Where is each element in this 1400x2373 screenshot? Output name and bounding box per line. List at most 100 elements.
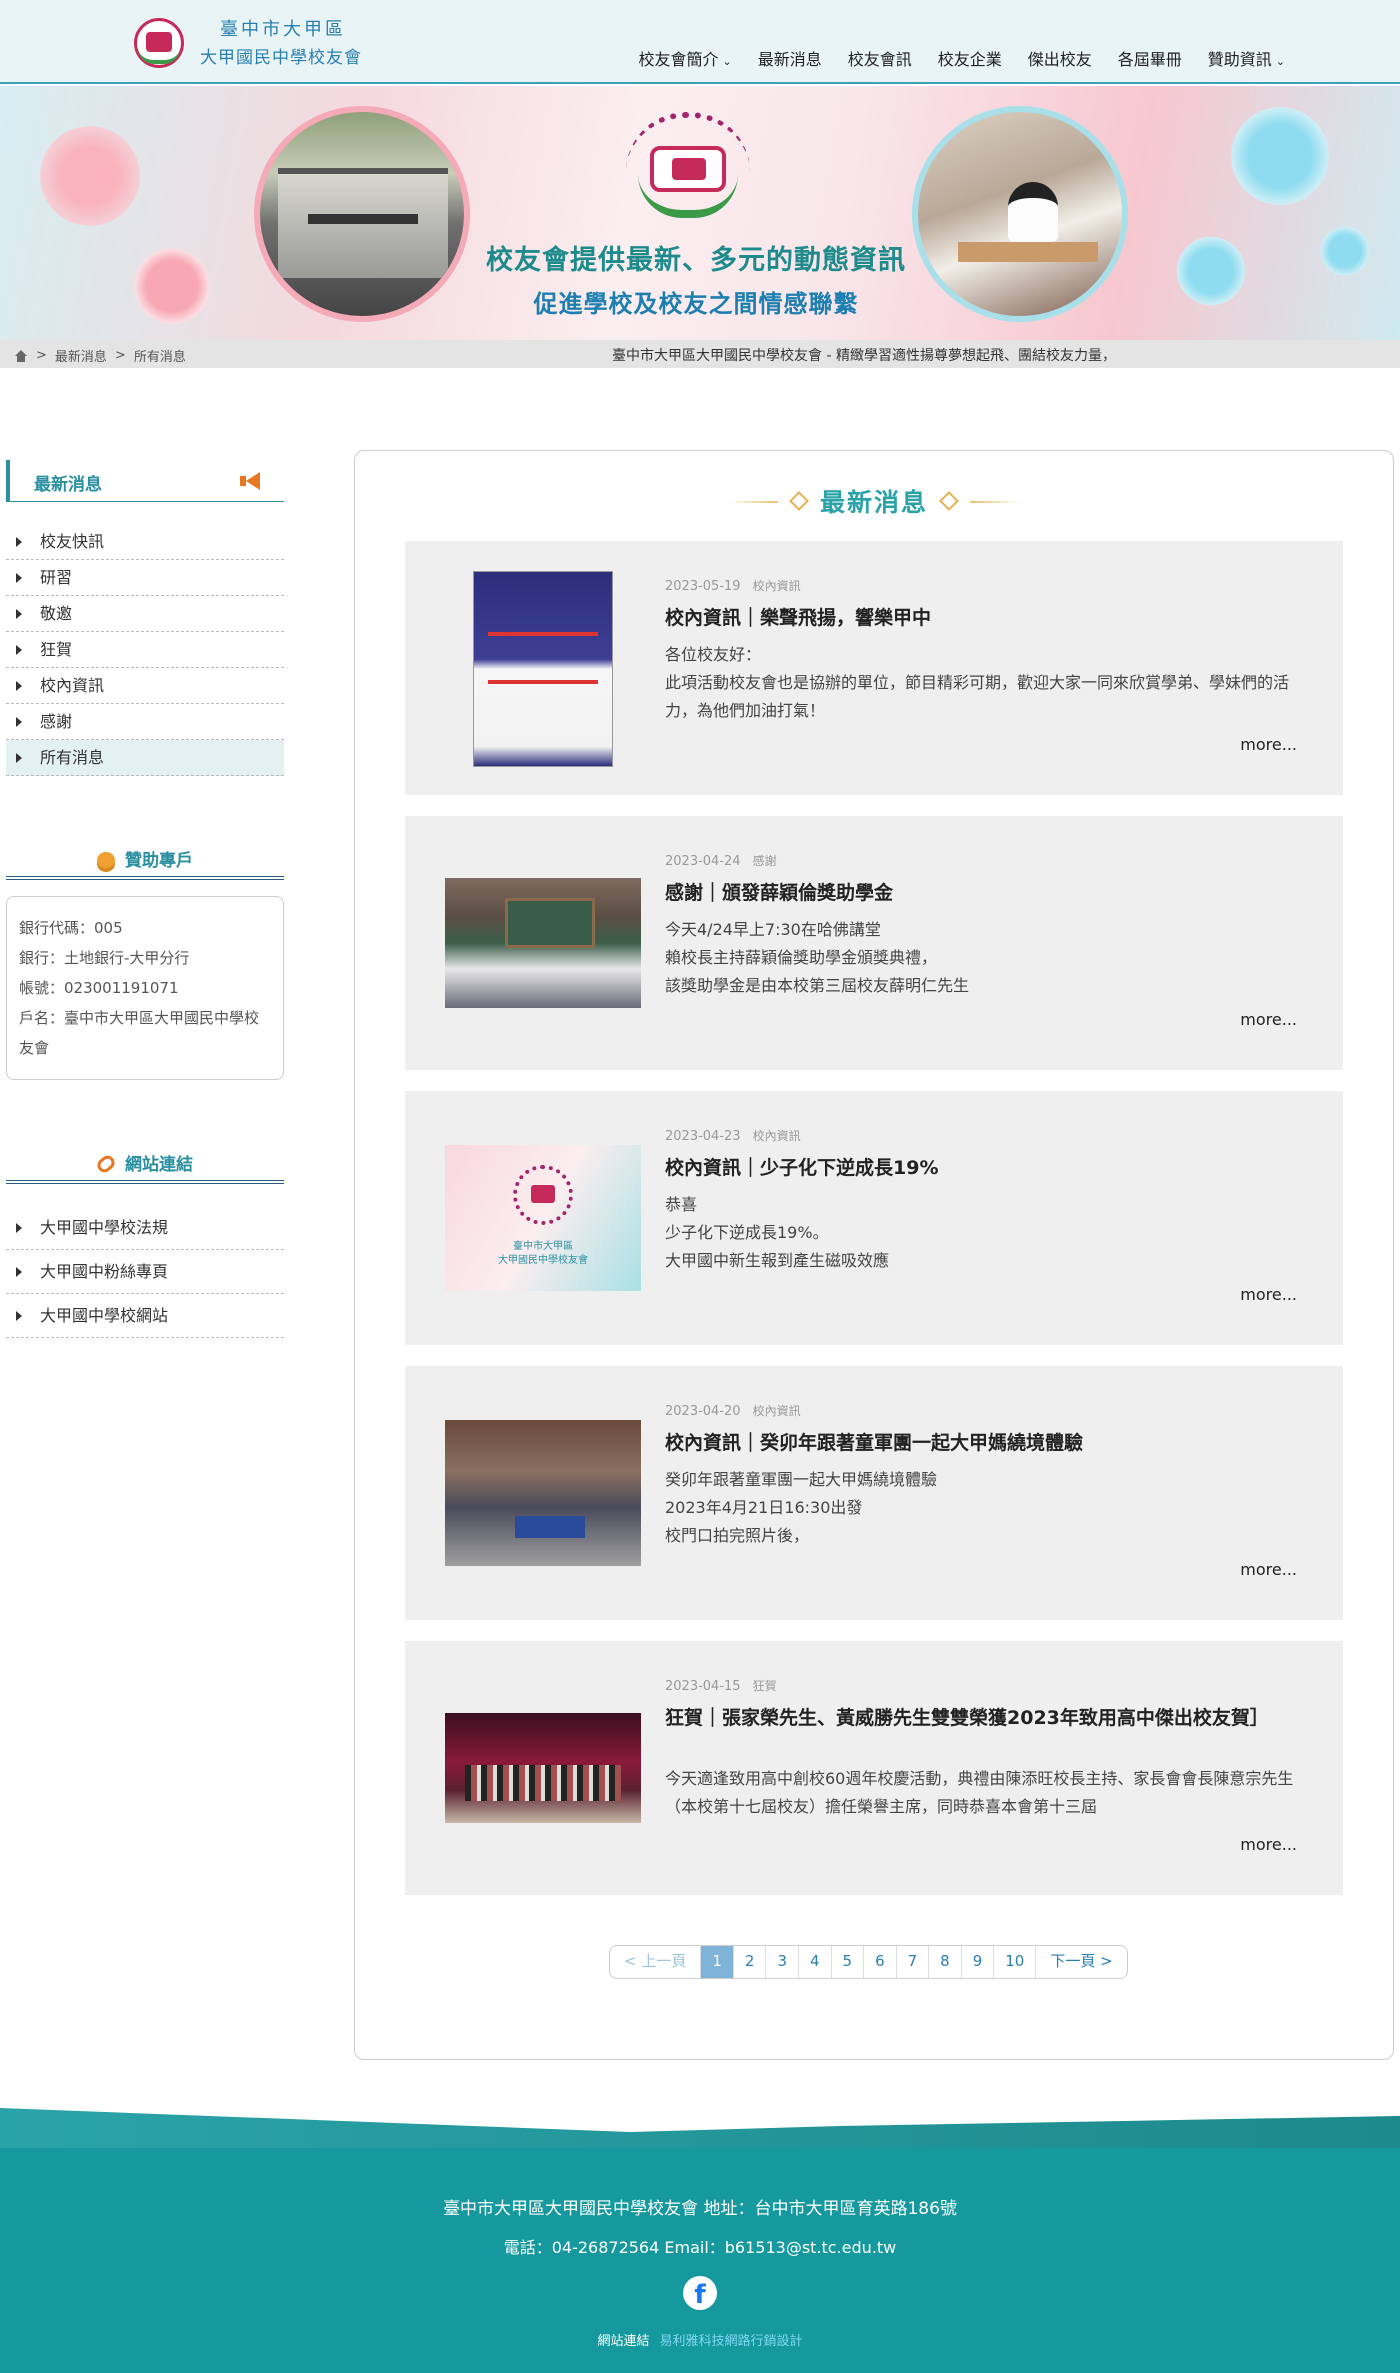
nav-about[interactable]: 校友會簡介 ⌄ <box>625 46 744 70</box>
prev-page-button[interactable]: < 上一頁 <box>610 1946 700 1978</box>
banner-headline: 校友會提供最新、多元的動態資訊 <box>486 245 906 276</box>
home-icon[interactable] <box>14 349 28 362</box>
news-date: 2023-04-23 <box>665 1129 741 1144</box>
decorative-bubble <box>40 126 140 226</box>
sidebar-item-all-news[interactable]: 所有消息 <box>6 740 284 776</box>
news-thumbnail[interactable] <box>473 571 613 767</box>
news-meta: 2023-04-24 感謝 <box>665 852 777 869</box>
megaphone-icon <box>240 472 262 490</box>
news-meta: 2023-05-19 校內資訊 <box>665 577 801 594</box>
logo-line-1: 臺中市大甲區 <box>220 18 346 40</box>
sidebar-item-school-info[interactable]: 校內資訊 <box>6 668 284 704</box>
bank-account-box: 銀行代碼：005 銀行：土地銀行-大甲分行 帳號：023001191071 戶名… <box>6 896 284 1080</box>
page-button-6[interactable]: 6 <box>863 1946 896 1978</box>
nav-yearbooks[interactable]: 各屆畢冊 <box>1105 46 1195 70</box>
page-button-4[interactable]: 4 <box>797 1946 831 1978</box>
site-logo[interactable]: 臺中市大甲區 大甲國民中學校友會 <box>128 12 362 70</box>
chevron-down-icon: ⌄ <box>1275 55 1285 68</box>
external-links-list: 大甲國中學校法規 大甲國中粉絲專頁 大甲國中學校網站 <box>6 1206 284 1338</box>
news-date: 2023-05-19 <box>665 579 741 594</box>
nav-news[interactable]: 最新消息 <box>745 46 835 70</box>
more-link[interactable]: more... <box>1240 735 1297 754</box>
page-button-2[interactable]: 2 <box>732 1946 766 1978</box>
news-thumbnail[interactable] <box>445 878 641 1008</box>
breadcrumb-news[interactable]: 最新消息 <box>55 346 107 365</box>
news-title[interactable]: 感謝｜頒發薛穎倫獎助學金 <box>665 878 1305 908</box>
nav-alumni-business[interactable]: 校友企業 <box>925 46 1015 70</box>
page-button-10[interactable]: 10 <box>993 1946 1035 1978</box>
site-header: 臺中市大甲區 大甲國民中學校友會 校友會簡介 ⌄ 最新消息 校友會訊 校友企業 傑… <box>0 0 1400 84</box>
news-title[interactable]: 校內資訊｜癸卯年跟著童軍團一起大甲媽繞境體驗 <box>665 1428 1305 1458</box>
hero-banner: 校友會提供最新、多元的動態資訊 促進學校及校友之間情感聯繫 <box>0 86 1400 340</box>
news-thumbnail[interactable] <box>445 1420 641 1566</box>
news-card[interactable]: 2023-04-15 狂賀 狂賀｜張家榮先生、黃威勝先生雙雙榮獲2023年致用高中… <box>405 1641 1343 1895</box>
news-title[interactable]: 校內資訊｜樂聲飛揚，響樂甲中 <box>665 603 1305 633</box>
caret-right-icon <box>16 1311 22 1321</box>
next-page-button[interactable]: 下一頁 > <box>1035 1946 1126 1978</box>
more-link[interactable]: more... <box>1240 1285 1297 1304</box>
sidebar-news-heading: 最新消息 <box>6 460 284 502</box>
sidebar-item-workshop[interactable]: 研習 <box>6 560 284 596</box>
news-title[interactable]: 校內資訊｜少子化下逆成長19% <box>665 1153 1305 1183</box>
news-date: 2023-04-24 <box>665 854 741 869</box>
news-excerpt: 今天適逢致用高中創校60週年校慶活動，典禮由陳添旺校長主持、家長會會長陳意宗先生… <box>665 1769 1294 1816</box>
news-thumbnail[interactable]: 臺中市大甲區 大甲國民中學校友會 <box>445 1145 641 1291</box>
nav-outstanding-alumni[interactable]: 傑出校友 <box>1015 46 1105 70</box>
footer-links: 網站連結 易利雅科技網路行銷設計 <box>0 2330 1400 2349</box>
news-card[interactable]: 臺中市大甲區 大甲國民中學校友會 2023-04-23 校內資訊 校內資訊｜少子化… <box>405 1091 1343 1345</box>
alumni-association-emblem-icon <box>620 112 756 222</box>
news-excerpt: 癸卯年跟著童軍團一起大甲媽繞境體驗 2023年4月21日16:30出發 校門口拍… <box>665 1470 938 1545</box>
nav-sponsor[interactable]: 贊助資訊 ⌄ <box>1195 46 1298 70</box>
decorative-bubble <box>1320 226 1370 276</box>
page-button-9[interactable]: 9 <box>960 1946 994 1978</box>
decorative-bubble <box>132 246 212 326</box>
news-card[interactable]: 2023-04-20 校內資訊 校內資訊｜癸卯年跟著童軍團一起大甲媽繞境體驗 癸卯… <box>405 1366 1343 1620</box>
caret-right-icon <box>16 645 22 655</box>
more-link[interactable]: more... <box>1240 1835 1297 1854</box>
sponsor-heading: 贊助專戶 <box>6 838 284 880</box>
caret-right-icon <box>16 681 22 691</box>
news-card[interactable]: 2023-04-24 感謝 感謝｜頒發薛穎倫獎助學金 今天4/24早上7:30在哈… <box>405 816 1343 1070</box>
footer-address: 臺中市大甲區大甲國民中學校友會 地址：台中市大甲區育英路186號 <box>443 2199 957 2219</box>
link-fan-page[interactable]: 大甲國中粉絲專頁 <box>6 1250 284 1294</box>
sidebar-item-invitation[interactable]: 敬邀 <box>6 596 284 632</box>
caret-right-icon <box>16 717 22 727</box>
news-panel: 最新消息 2023-05-19 校內資訊 校內資訊｜樂聲飛揚，響樂甲中 各位校友好… <box>354 450 1394 2060</box>
news-category: 校內資訊 <box>752 1129 801 1143</box>
news-title[interactable]: 狂賀｜張家榮先生、黃威勝先生雙雙榮獲2023年致用高中傑出校友賀］ <box>665 1703 1305 1733</box>
bank-name: 銀行：土地銀行-大甲分行 <box>19 949 190 967</box>
news-thumbnail[interactable] <box>445 1713 641 1823</box>
sidebar: 最新消息 校友快訊 研習 敬邀 狂賀 校內資訊 感謝 所有消息 贊助專戶 銀行代… <box>6 460 284 1338</box>
school-building-photo <box>254 106 470 322</box>
sidebar-item-thanks[interactable]: 感謝 <box>6 704 284 740</box>
news-date: 2023-04-20 <box>665 1404 741 1419</box>
diamond-ornament-icon <box>789 491 809 511</box>
breadcrumb-separator: > <box>36 348 47 363</box>
caret-right-icon <box>16 573 22 583</box>
footer-links-label[interactable]: 網站連結 <box>597 2334 649 2349</box>
caret-right-icon <box>16 1223 22 1233</box>
news-category: 感謝 <box>752 854 777 868</box>
news-card[interactable]: 2023-05-19 校內資訊 校內資訊｜樂聲飛揚，響樂甲中 各位校友好： 此項活… <box>405 541 1343 795</box>
links-heading: 網站連結 <box>6 1142 284 1184</box>
designer-credit[interactable]: 易利雅科技網路行銷設計 <box>660 2334 803 2349</box>
page-button-8[interactable]: 8 <box>928 1946 961 1978</box>
news-date: 2023-04-15 <box>665 1679 741 1694</box>
link-school-website[interactable]: 大甲國中學校網站 <box>6 1294 284 1338</box>
link-school-regulations[interactable]: 大甲國中學校法規 <box>6 1206 284 1250</box>
page-button-3[interactable]: 3 <box>765 1946 798 1978</box>
scrolling-announcement: 臺中市大甲區大甲國民中學校友會 - 精緻學習適性揚尊夢想起飛、團結校友力量， <box>612 348 1116 364</box>
caret-right-icon <box>16 1267 22 1277</box>
more-link[interactable]: more... <box>1240 1010 1297 1029</box>
news-meta: 2023-04-20 校內資訊 <box>665 1402 801 1419</box>
page-button-5[interactable]: 5 <box>830 1946 864 1978</box>
facebook-icon[interactable]: f <box>683 2276 717 2310</box>
page-button-7[interactable]: 7 <box>895 1946 929 1978</box>
account-holder: 戶名：臺中市大甲區大甲國民中學校友會 <box>19 1009 260 1057</box>
nav-newsletter[interactable]: 校友會訊 <box>835 46 925 70</box>
sidebar-item-congrats[interactable]: 狂賀 <box>6 632 284 668</box>
sidebar-item-alumni-news[interactable]: 校友快訊 <box>6 524 284 560</box>
page-button-1[interactable]: 1 <box>700 1946 733 1978</box>
news-category: 校內資訊 <box>752 579 801 593</box>
more-link[interactable]: more... <box>1240 1560 1297 1579</box>
